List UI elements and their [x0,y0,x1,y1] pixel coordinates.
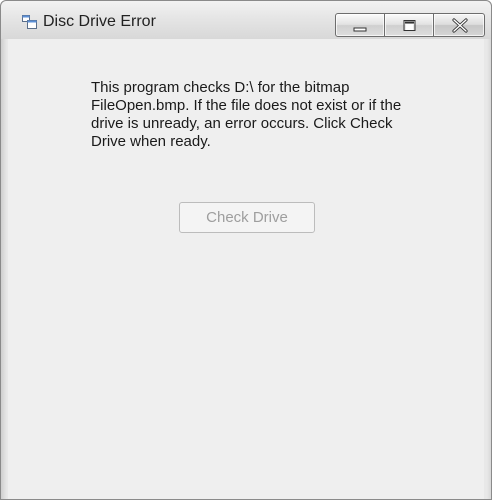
minimize-button[interactable] [335,13,385,37]
check-drive-button[interactable]: Check Drive [179,202,315,233]
disc-drive-error-window: Disc Drive Error This program checks D:\… [0,0,492,500]
form-client-area: This program checks D:\ for the bitmap F… [8,39,484,499]
form-window-icon [22,15,38,29]
instruction-label: This program checks D:\ for the bitmap F… [91,79,402,150]
close-button[interactable] [433,13,485,37]
title-bar[interactable]: Disc Drive Error [1,1,491,39]
maximize-button[interactable] [384,13,434,37]
window-title: Disc Drive Error [43,13,156,30]
